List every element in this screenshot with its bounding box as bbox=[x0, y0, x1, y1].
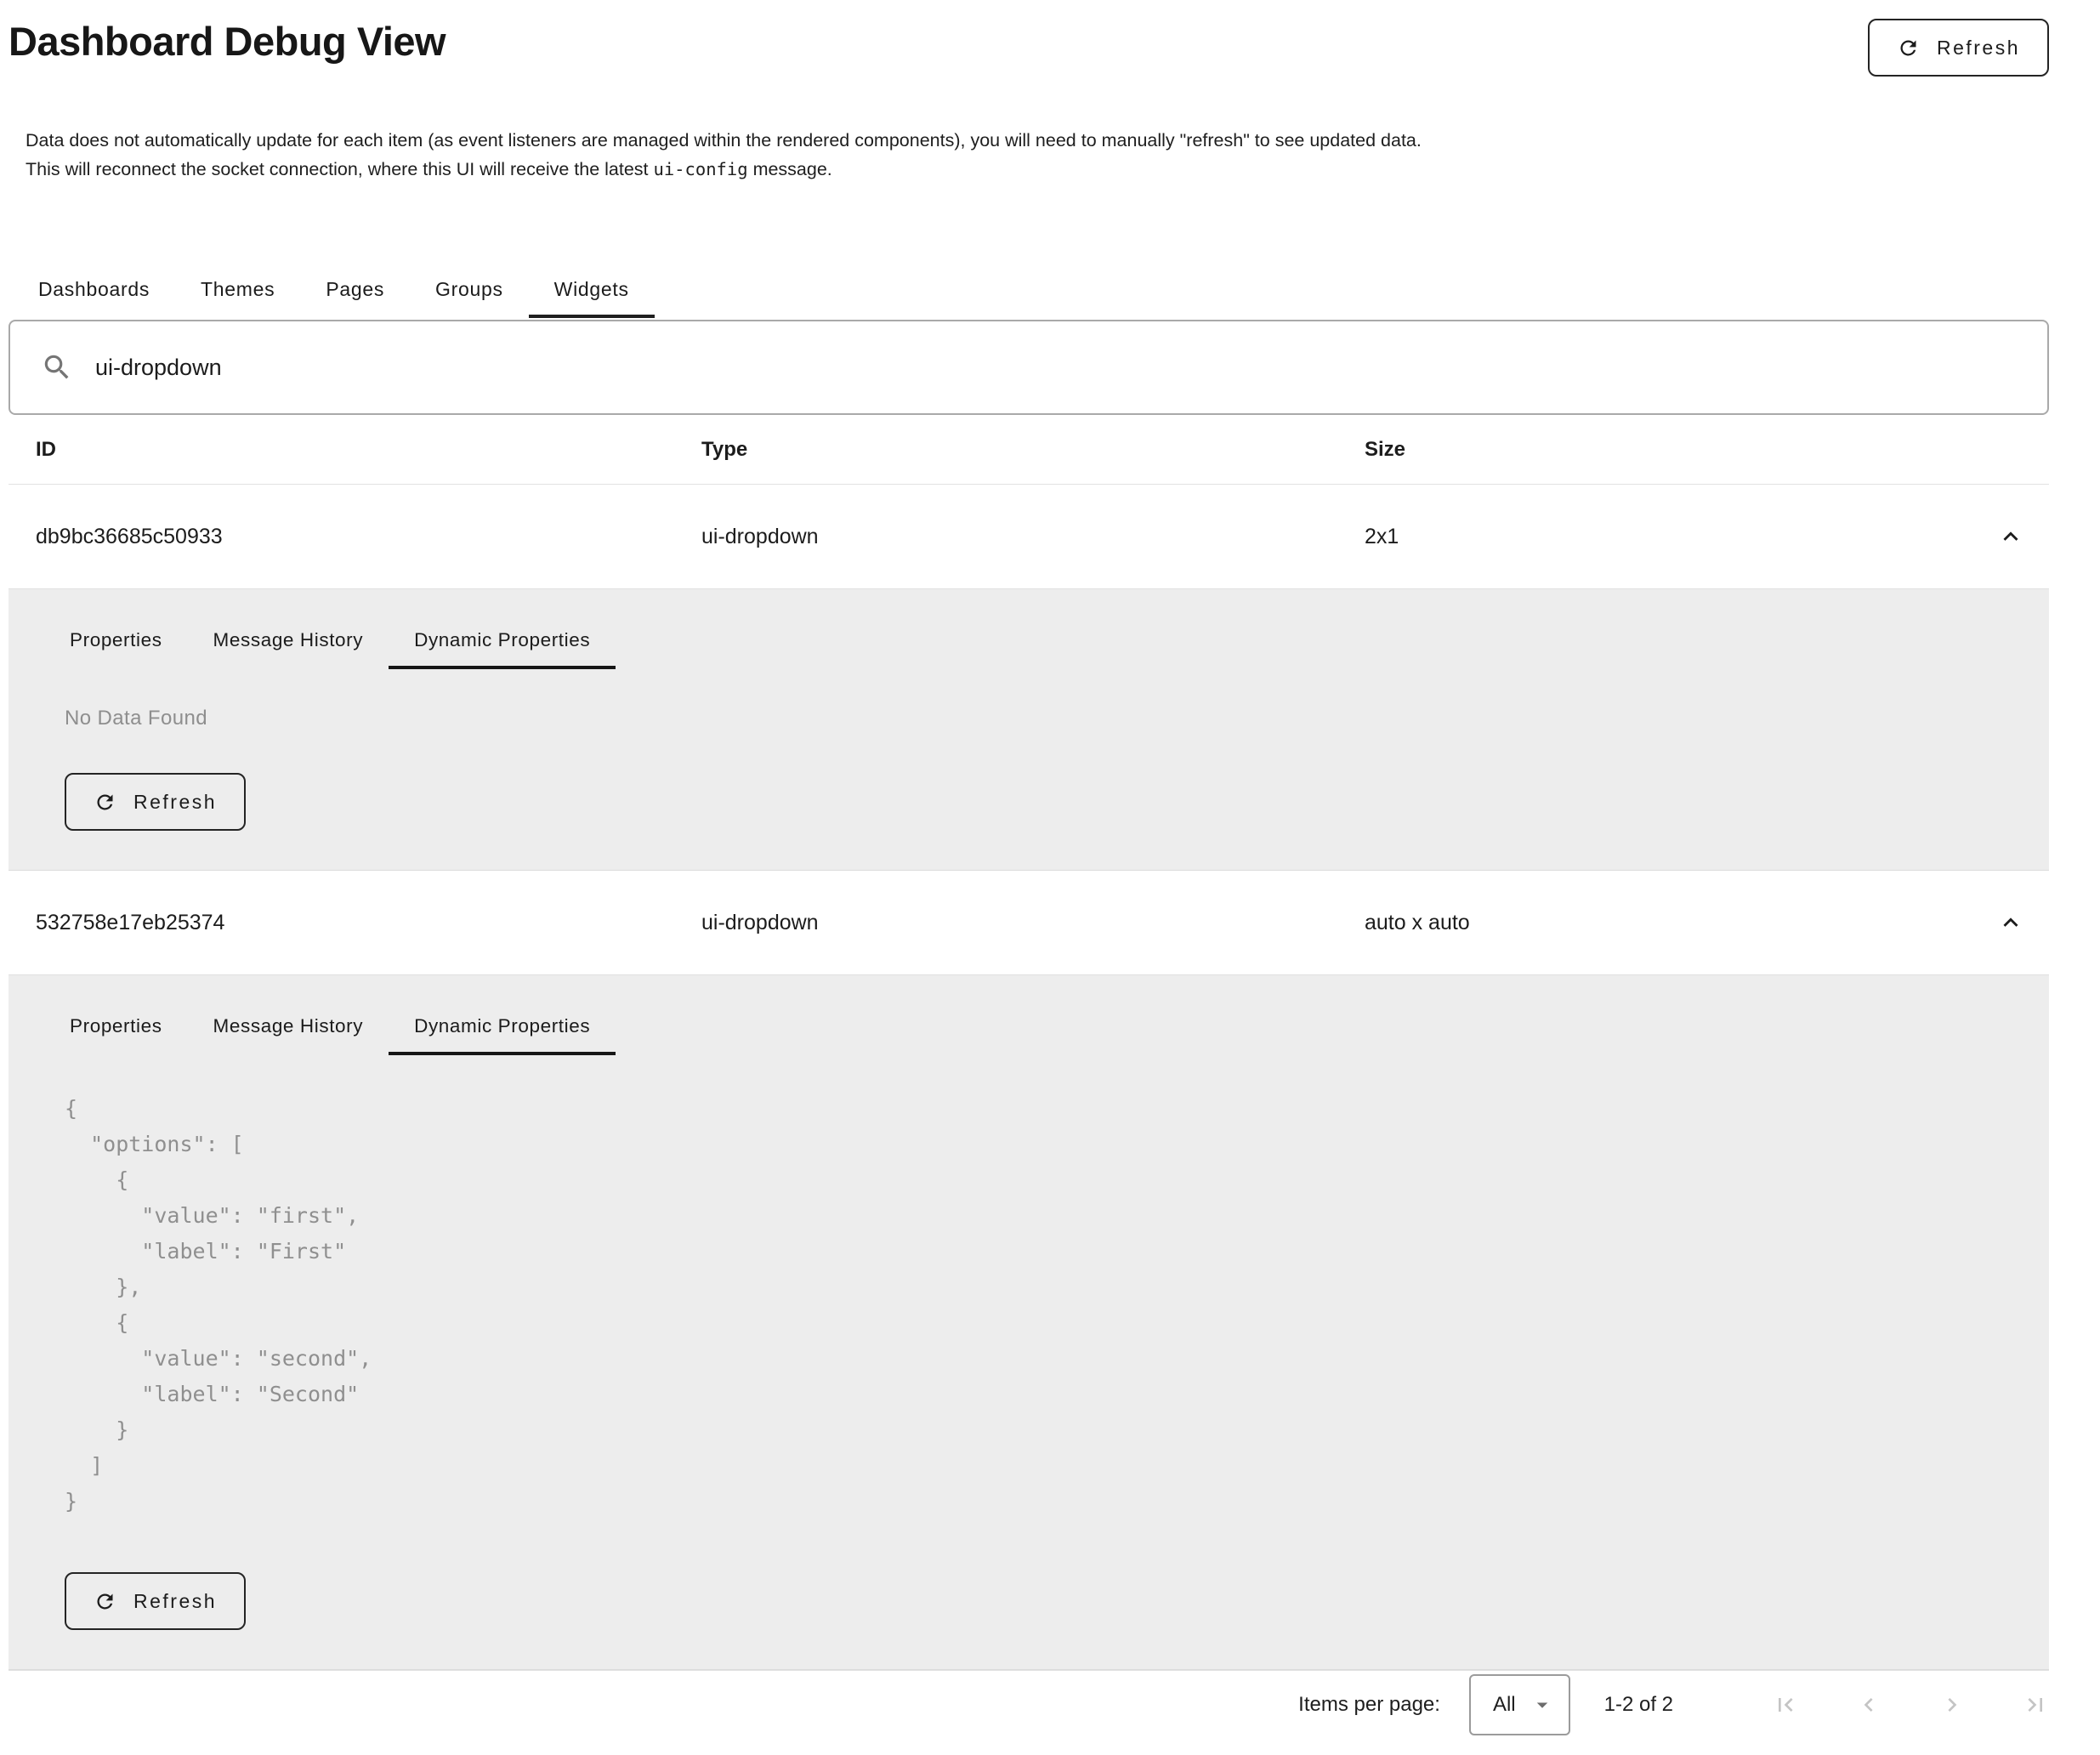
refresh-icon bbox=[1897, 37, 1920, 60]
tab-dynamic-properties[interactable]: Dynamic Properties bbox=[389, 615, 616, 669]
refresh-icon bbox=[94, 791, 116, 814]
tab-message-history[interactable]: Message History bbox=[188, 1001, 389, 1055]
panel-refresh-button[interactable]: Refresh bbox=[65, 773, 246, 831]
description-line-2-suffix: message. bbox=[748, 159, 832, 179]
row-size: 2x1 bbox=[1365, 525, 1972, 549]
row-detail-panel: Properties Message History Dynamic Prope… bbox=[9, 588, 2049, 871]
refresh-button-label: Refresh bbox=[133, 1590, 217, 1613]
header: Dashboard Debug View Refresh bbox=[9, 0, 2049, 77]
tab-groups[interactable]: Groups bbox=[410, 264, 529, 318]
description-code-token: ui-config bbox=[654, 159, 748, 179]
refresh-button-label: Refresh bbox=[133, 791, 217, 814]
table-header: ID Type Size bbox=[9, 415, 2049, 485]
detail-tab-bar: Properties Message History Dynamic Prope… bbox=[44, 615, 2013, 669]
tab-dashboards[interactable]: Dashboards bbox=[13, 264, 175, 318]
page-range-label: 1-2 of 2 bbox=[1604, 1693, 1673, 1717]
column-header-id: ID bbox=[9, 438, 701, 462]
panel-refresh-button[interactable]: Refresh bbox=[65, 1572, 246, 1630]
chevron-up-icon bbox=[1996, 522, 2025, 551]
description-line-2-prefix: This will reconnect the socket connectio… bbox=[26, 159, 654, 179]
column-header-type: Type bbox=[701, 438, 1365, 462]
main-tab-bar: Dashboards Themes Pages Groups Widgets bbox=[9, 264, 2049, 318]
chevron-up-icon bbox=[1996, 908, 2025, 937]
collapse-row-button[interactable] bbox=[1996, 522, 2025, 551]
search-icon bbox=[41, 351, 73, 383]
refresh-button[interactable]: Refresh bbox=[1868, 19, 2049, 77]
page-size-value: All bbox=[1493, 1693, 1516, 1717]
tab-message-history[interactable]: Message History bbox=[188, 615, 389, 669]
previous-page-button[interactable] bbox=[1855, 1691, 1882, 1718]
row-id: 532758e17eb25374 bbox=[9, 911, 701, 935]
items-per-page-label: Items per page: bbox=[1298, 1693, 1440, 1717]
page-title: Dashboard Debug View bbox=[9, 19, 446, 65]
last-page-button[interactable] bbox=[2022, 1691, 2049, 1718]
column-header-size: Size bbox=[1365, 438, 1972, 462]
chevron-right-icon bbox=[1938, 1691, 1966, 1718]
row-id: db9bc36685c50933 bbox=[9, 525, 701, 549]
search-input[interactable] bbox=[95, 355, 2017, 381]
chevron-left-icon bbox=[1855, 1691, 1882, 1718]
detail-tab-bar: Properties Message History Dynamic Prope… bbox=[44, 1001, 2013, 1055]
refresh-icon bbox=[94, 1590, 116, 1613]
description-line-1: Data does not automatically update for e… bbox=[26, 130, 1422, 151]
tab-dynamic-properties[interactable]: Dynamic Properties bbox=[389, 1001, 616, 1055]
row-size: auto x auto bbox=[1365, 911, 1972, 935]
tab-widgets[interactable]: Widgets bbox=[529, 264, 655, 318]
table-row[interactable]: 532758e17eb25374 ui-dropdown auto x auto bbox=[9, 871, 2049, 974]
page-size-select[interactable]: All bbox=[1469, 1674, 1570, 1735]
pagination-controls bbox=[1716, 1691, 2049, 1718]
tab-themes[interactable]: Themes bbox=[175, 264, 300, 318]
paginator: Items per page: All 1-2 of 2 bbox=[9, 1670, 2049, 1738]
next-page-button[interactable] bbox=[1938, 1691, 1966, 1718]
row-type: ui-dropdown bbox=[701, 525, 1365, 549]
tab-properties[interactable]: Properties bbox=[44, 615, 188, 669]
row-type: ui-dropdown bbox=[701, 911, 1365, 935]
collapse-row-button[interactable] bbox=[1996, 908, 2025, 937]
search-box bbox=[9, 320, 2049, 415]
first-page-button[interactable] bbox=[1772, 1691, 1799, 1718]
no-data-message: No Data Found bbox=[65, 707, 2013, 730]
table-row[interactable]: db9bc36685c50933 ui-dropdown 2x1 bbox=[9, 485, 2049, 588]
last-page-icon bbox=[2022, 1691, 2049, 1718]
refresh-button-label: Refresh bbox=[1937, 37, 2020, 60]
row-detail-panel: Properties Message History Dynamic Prope… bbox=[9, 974, 2049, 1670]
tab-properties[interactable]: Properties bbox=[44, 1001, 188, 1055]
page-description: Data does not automatically update for e… bbox=[26, 126, 2049, 184]
first-page-icon bbox=[1772, 1691, 1799, 1718]
triangle-down-icon bbox=[1530, 1692, 1555, 1718]
dynamic-properties-json: { "options": [ { "value": "first", "labe… bbox=[65, 1091, 2013, 1519]
tab-pages[interactable]: Pages bbox=[300, 264, 410, 318]
